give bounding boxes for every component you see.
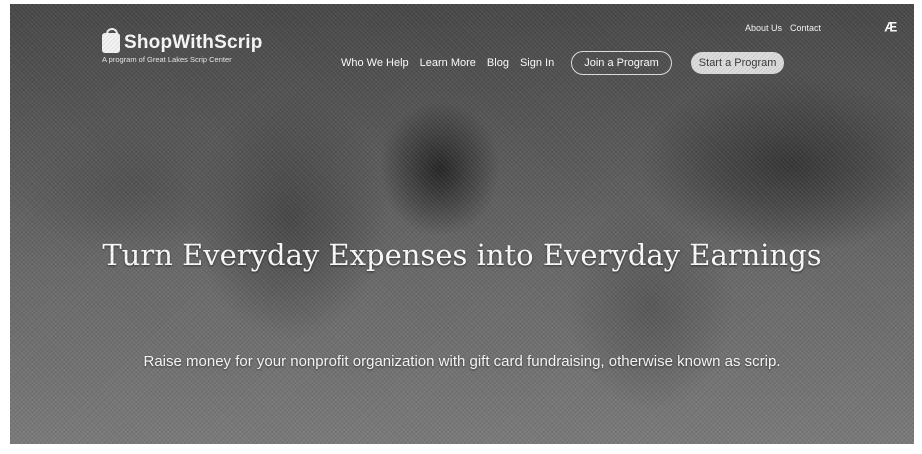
brand-name: ShopWithScrip	[124, 32, 263, 53]
brand-tagline: A program of Great Lakes Scrip Center	[102, 55, 232, 64]
brand-logo[interactable]: ShopWithScrip A program of Great Lakes S…	[102, 28, 263, 64]
nav-learn-more[interactable]: Learn More	[420, 57, 476, 69]
main-nav: Who We Help Learn More Blog Sign In Join…	[341, 51, 785, 75]
hubspot-icon[interactable]: ᴭ	[884, 20, 906, 42]
shopping-bag-icon	[102, 28, 120, 53]
utility-nav: About Us Contact	[745, 23, 821, 33]
about-us-link[interactable]: About Us	[745, 23, 782, 33]
join-program-button[interactable]: Join a Program	[571, 51, 672, 75]
nav-sign-in[interactable]: Sign In	[520, 57, 554, 69]
hero-background-photo: ShopWithScrip A program of Great Lakes S…	[10, 4, 914, 444]
contact-link[interactable]: Contact	[790, 23, 821, 33]
hero-subtitle: Raise money for your nonprofit organizat…	[143, 353, 781, 370]
start-program-button[interactable]: Start a Program	[690, 52, 785, 74]
nav-blog[interactable]: Blog	[487, 57, 509, 69]
hero-title: Turn Everyday Expenses into Everyday Ear…	[102, 238, 822, 272]
nav-who-we-help[interactable]: Who We Help	[341, 57, 409, 69]
